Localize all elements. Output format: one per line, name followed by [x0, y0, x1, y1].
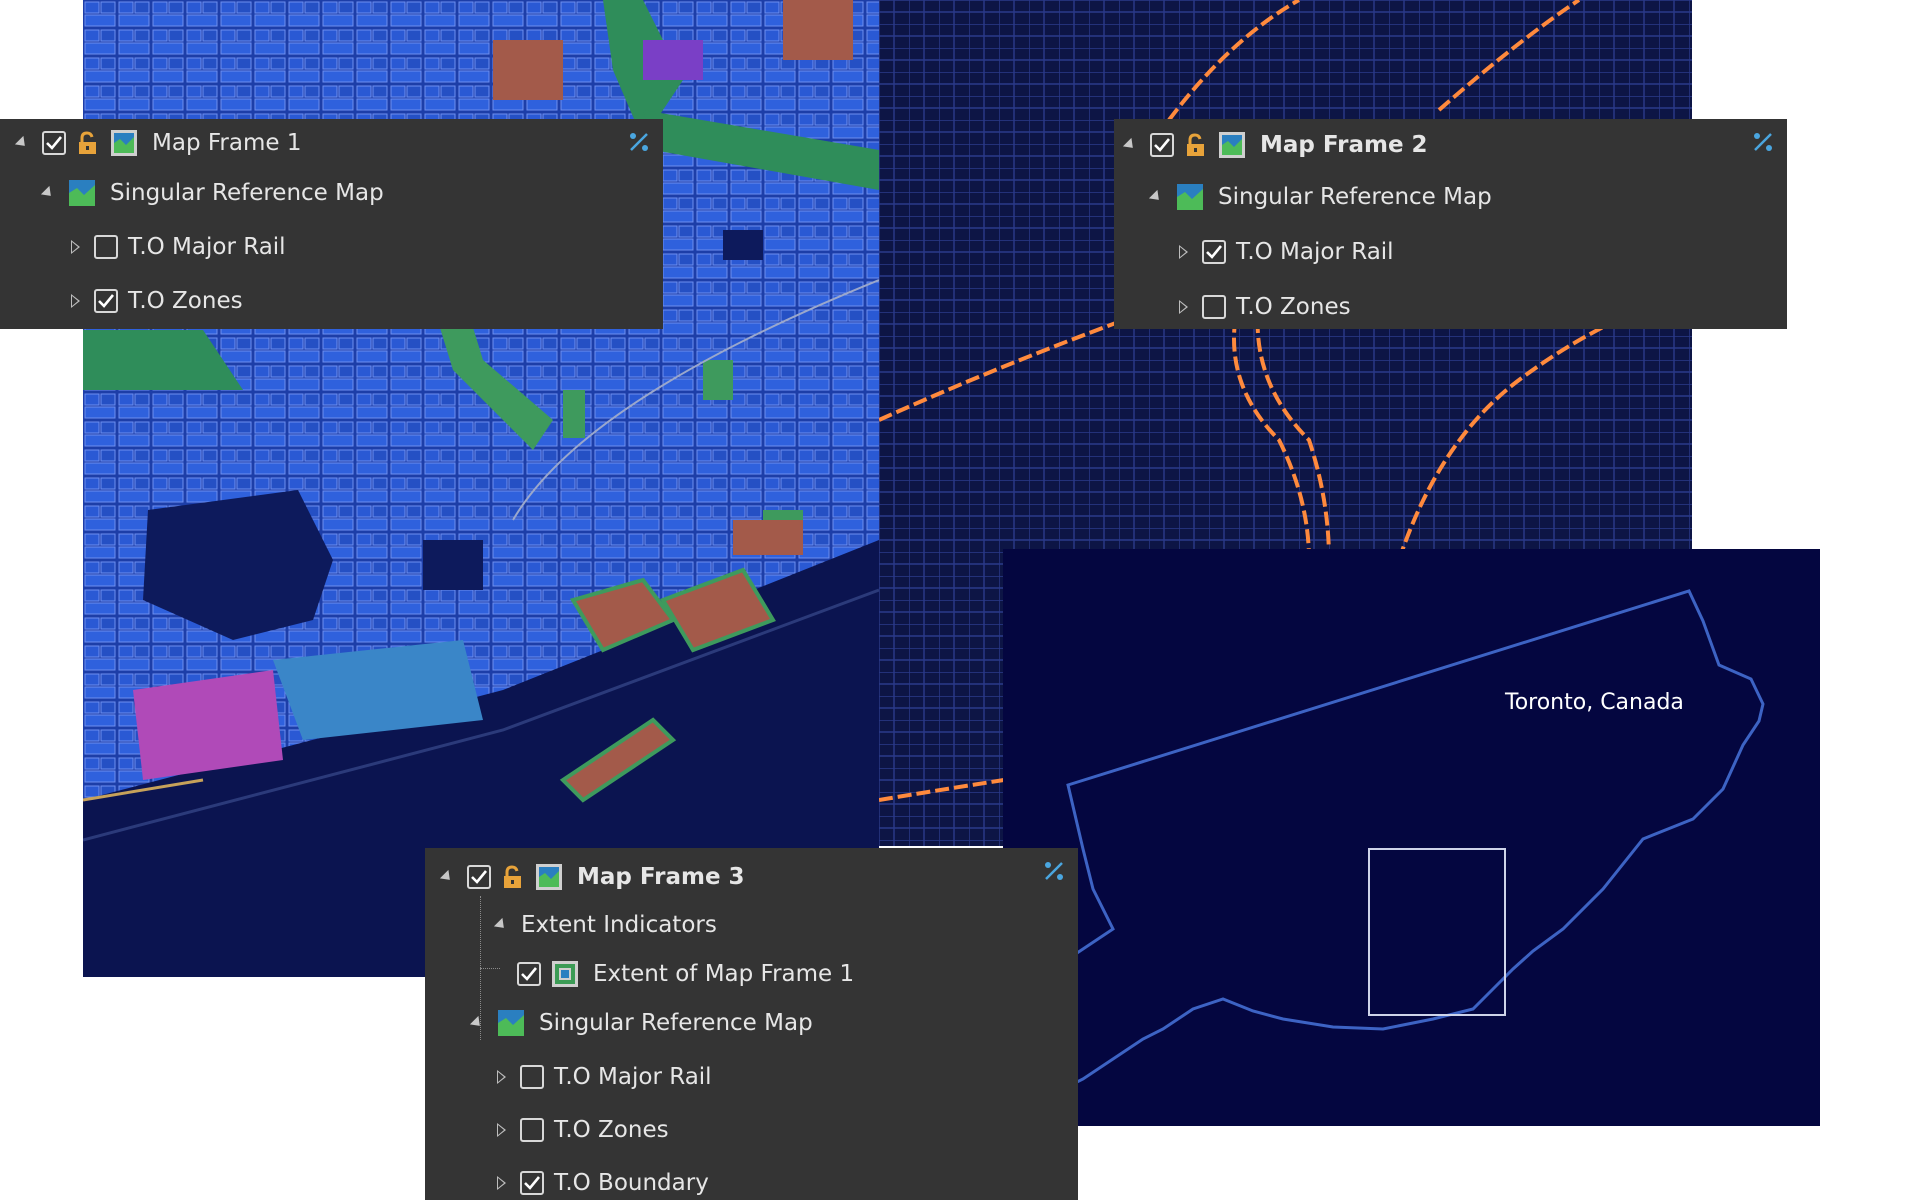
expand-arrow-icon[interactable] [1179, 245, 1188, 259]
group-row[interactable]: Singular Reference Map [1148, 178, 1492, 216]
layer-checkbox[interactable] [520, 1118, 544, 1142]
extent-group-label: Extent Indicators [521, 912, 717, 938]
layer-row[interactable]: T.O Major Rail [1179, 233, 1394, 271]
group-row[interactable]: Singular Reference Map [469, 1004, 813, 1042]
extent-indicator-rect [1368, 848, 1506, 1016]
collapse-arrow-icon[interactable] [1122, 137, 1138, 153]
collapse-arrow-icon[interactable] [493, 917, 509, 933]
layer-label: T.O Major Rail [128, 234, 286, 260]
collapse-arrow-icon[interactable] [469, 1015, 485, 1031]
contents-panel-map-frame-2: Map Frame 2 Singular Reference Map T.O M… [1114, 119, 1787, 329]
layer-label: T.O Boundary [554, 1170, 709, 1196]
layer-checkbox[interactable] [94, 289, 118, 313]
unlock-icon[interactable] [76, 130, 102, 156]
map-frame-2-row[interactable]: Map Frame 2 [1122, 126, 1428, 164]
city-label: Toronto, Canada [1505, 690, 1684, 715]
tree-guide [480, 968, 500, 969]
map-icon [69, 180, 95, 206]
expand-arrow-icon[interactable] [1179, 300, 1188, 314]
collapse-arrow-icon[interactable] [439, 869, 455, 885]
map-frame-3-title: Map Frame 3 [577, 864, 745, 890]
extent-group-row[interactable]: Extent Indicators [493, 906, 717, 944]
expand-arrow-icon[interactable] [497, 1070, 506, 1084]
collapse-arrow-icon[interactable] [1148, 189, 1164, 205]
group-row[interactable]: Singular Reference Map [40, 174, 384, 212]
percent-icon[interactable] [627, 130, 651, 154]
visibility-checkbox[interactable] [1150, 133, 1174, 157]
layer-checkbox[interactable] [520, 1171, 544, 1195]
layer-label: T.O Zones [1236, 294, 1351, 320]
layer-label: T.O Major Rail [554, 1064, 712, 1090]
visibility-checkbox[interactable] [42, 131, 66, 155]
expand-arrow-icon[interactable] [71, 294, 80, 308]
contents-panel-map-frame-1: Map Frame 1 Singular Reference Map T.O M… [0, 119, 663, 329]
percent-icon[interactable] [1751, 130, 1775, 154]
map-frame-1-row[interactable]: Map Frame 1 [14, 124, 302, 162]
group-label: Singular Reference Map [1218, 184, 1492, 210]
expand-arrow-icon[interactable] [497, 1176, 506, 1190]
extent-item-label: Extent of Map Frame 1 [593, 961, 855, 987]
map-frame-1-title: Map Frame 1 [152, 130, 302, 156]
layer-checkbox[interactable] [94, 235, 118, 259]
boundary-map-graphic [1015, 589, 1765, 1092]
layer-checkbox[interactable] [1202, 295, 1226, 319]
map-frame-icon [1219, 132, 1245, 158]
group-label: Singular Reference Map [539, 1010, 813, 1036]
extent-indicator-icon [552, 961, 578, 987]
layer-checkbox[interactable] [1202, 240, 1226, 264]
layer-row[interactable]: T.O Zones [71, 282, 243, 320]
layer-checkbox[interactable] [520, 1065, 544, 1089]
contents-panel-map-frame-3: Map Frame 3 Extent Indicators Extent of … [425, 848, 1078, 1200]
group-label: Singular Reference Map [110, 180, 384, 206]
layer-label: T.O Zones [554, 1117, 669, 1143]
extent-item-row[interactable]: Extent of Map Frame 1 [517, 955, 854, 993]
map-frame-3-view[interactable]: Toronto, Canada [1003, 549, 1820, 1126]
map-frame-3-row[interactable]: Map Frame 3 [439, 858, 745, 896]
unlock-icon[interactable] [501, 864, 527, 890]
visibility-checkbox[interactable] [467, 865, 491, 889]
expand-arrow-icon[interactable] [497, 1123, 506, 1137]
layer-row[interactable]: T.O Major Rail [71, 228, 286, 266]
layer-row[interactable]: T.O Zones [1179, 288, 1351, 326]
unlock-icon[interactable] [1184, 132, 1210, 158]
map-frame-icon [536, 864, 562, 890]
layer-label: T.O Zones [128, 288, 243, 314]
collapse-arrow-icon[interactable] [40, 185, 56, 201]
layer-row[interactable]: T.O Zones [497, 1111, 669, 1149]
collapse-arrow-icon[interactable] [14, 135, 30, 151]
layer-row[interactable]: T.O Major Rail [497, 1058, 712, 1096]
map-frame-2-title: Map Frame 2 [1260, 132, 1428, 158]
expand-arrow-icon[interactable] [71, 240, 80, 254]
percent-icon[interactable] [1042, 859, 1066, 883]
layer-label: T.O Major Rail [1236, 239, 1394, 265]
extent-checkbox[interactable] [517, 962, 541, 986]
map-icon [498, 1010, 524, 1036]
layer-row[interactable]: T.O Boundary [497, 1164, 709, 1202]
map-frame-icon [111, 130, 137, 156]
map-icon [1177, 184, 1203, 210]
